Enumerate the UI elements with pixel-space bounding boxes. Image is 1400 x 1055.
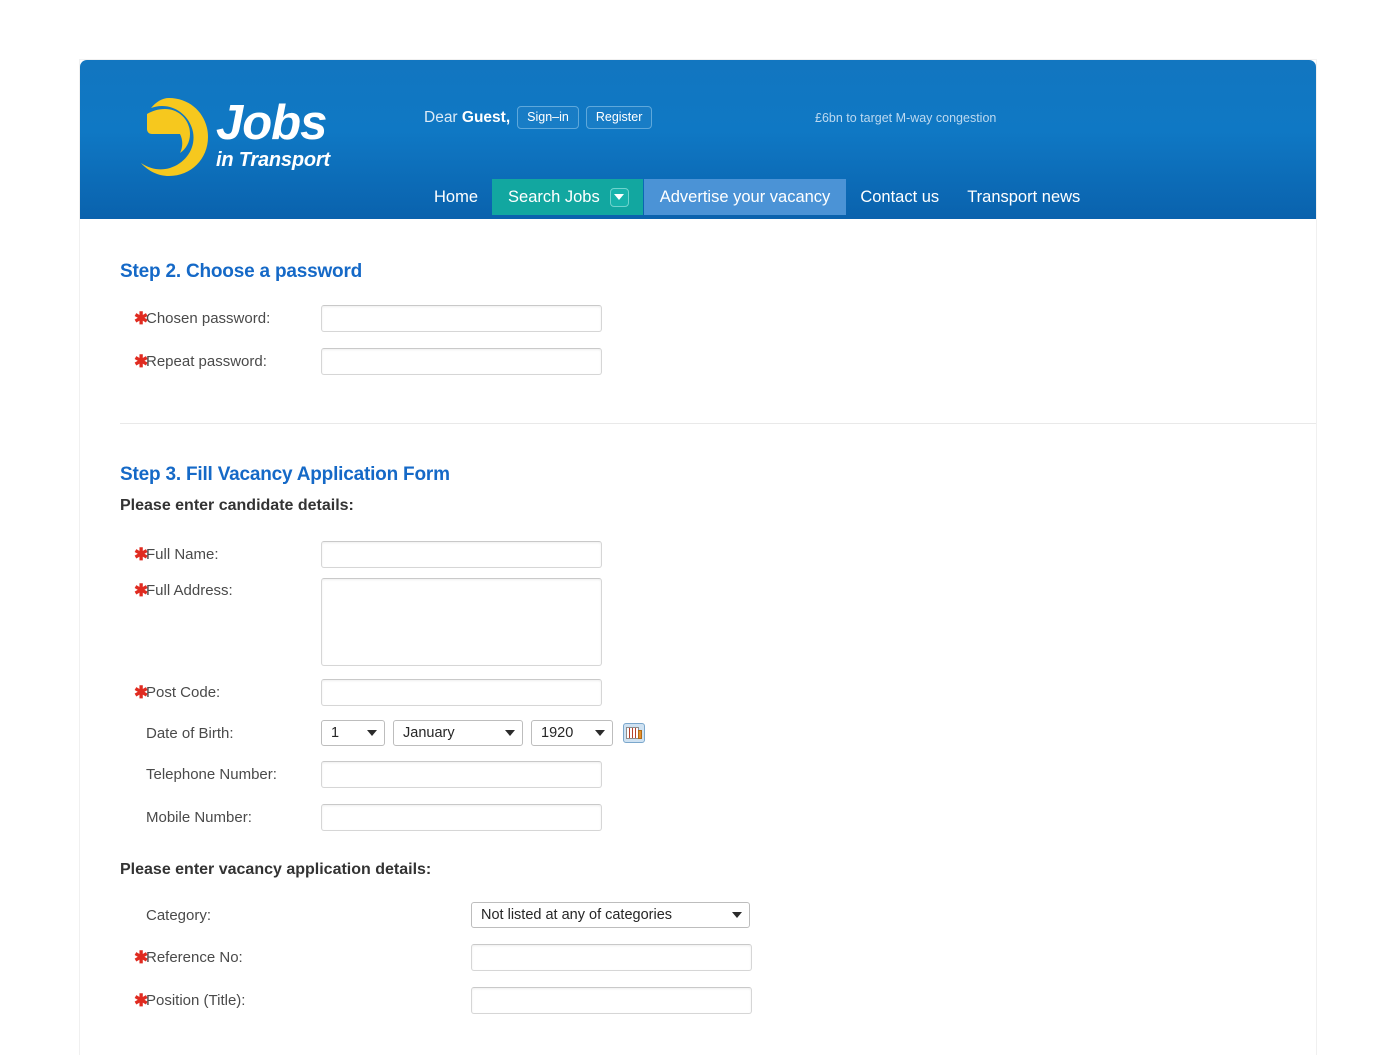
- full-address-textarea[interactable]: [321, 578, 602, 666]
- main-content: Step 2. Choose a password ✱ Chosen passw…: [80, 219, 1316, 1055]
- vacancy-details-subheading: Please enter vacancy application details…: [120, 861, 432, 878]
- post-code-label: Post Code:: [146, 683, 221, 701]
- repeat-password-input[interactable]: [321, 347, 602, 375]
- logo-wordmark: Jobs in Transport: [216, 98, 330, 171]
- news-ticker[interactable]: £6bn to target M-way congestion: [815, 111, 996, 125]
- form-row-position-title: ✱ Position (Title):: [120, 985, 1276, 1015]
- page-container: Jobs in Transport Dear Guest, Sign–in Re…: [80, 60, 1316, 1055]
- form-row-post-code: ✱ Post Code:: [120, 677, 1276, 707]
- required-marker-placeholder: ✱: [120, 725, 146, 742]
- nav-item-home-label: Home: [434, 187, 479, 206]
- site-logo[interactable]: Jobs in Transport: [120, 92, 350, 184]
- dob-day-select[interactable]: 1: [321, 720, 385, 746]
- form-row-date-of-birth: ✱ Date of Birth: 1 January 1920: [120, 718, 1276, 748]
- required-marker: ✱: [134, 990, 149, 1010]
- site-header: Jobs in Transport Dear Guest, Sign–in Re…: [80, 60, 1316, 219]
- mobile-number-label: Mobile Number:: [146, 808, 252, 826]
- chevron-down-icon: [595, 730, 605, 736]
- crescent-swoosh-logo-icon: [141, 98, 208, 176]
- form-row-full-address: ✱ Full Address:: [120, 578, 1276, 666]
- repeat-password-label: Repeat password:: [146, 352, 267, 370]
- dob-year-select[interactable]: 1920: [531, 720, 613, 746]
- nav-item-transport-news[interactable]: Transport news: [953, 179, 1094, 215]
- nav-item-contact-us[interactable]: Contact us: [846, 179, 953, 215]
- nav-item-search-jobs[interactable]: Search Jobs: [492, 179, 643, 215]
- nav-item-transport-news-label: Transport news: [967, 187, 1081, 206]
- register-button[interactable]: Register: [585, 106, 653, 129]
- nav-item-home[interactable]: Home: [420, 179, 492, 215]
- greeting-text: Dear Guest,: [424, 109, 510, 127]
- position-title-label: Position (Title):: [146, 991, 246, 1009]
- reference-no-input[interactable]: [471, 943, 752, 971]
- full-name-label: Full Name:: [146, 545, 219, 563]
- category-select[interactable]: Not listed at any of categories: [471, 902, 750, 928]
- candidate-details-subheading: Please enter candidate details:: [120, 497, 354, 514]
- main-navigation: Home Search Jobs Advertise your vacancy …: [420, 179, 1094, 215]
- calendar-icon[interactable]: [623, 723, 645, 743]
- chevron-down-icon: [732, 912, 742, 918]
- telephone-number-label: Telephone Number:: [146, 765, 277, 783]
- telephone-number-input[interactable]: [321, 760, 602, 788]
- mobile-number-input[interactable]: [321, 803, 602, 831]
- required-marker-placeholder: ✱: [120, 809, 146, 826]
- category-selected-value: Not listed at any of categories: [481, 907, 673, 923]
- form-row-telephone-number: ✱ Telephone Number:: [120, 759, 1276, 789]
- nav-item-search-jobs-label: Search Jobs: [508, 187, 600, 206]
- greeting-area: Dear Guest, Sign–in Register: [424, 106, 653, 129]
- dob-day-value: 1: [331, 725, 340, 741]
- chevron-down-icon: [505, 730, 515, 736]
- logo-sub-text: in Transport: [216, 149, 330, 171]
- required-marker: ✱: [134, 544, 149, 564]
- chevron-down-icon: [367, 730, 377, 736]
- signin-button[interactable]: Sign–in: [517, 106, 579, 129]
- dob-month-value: January: [403, 725, 455, 741]
- required-marker: ✱: [134, 308, 149, 328]
- nav-item-advertise-vacancy-label: Advertise your vacancy: [659, 187, 831, 206]
- step3-heading: Step 3. Fill Vacancy Application Form: [120, 464, 450, 485]
- category-label: Category:: [146, 906, 212, 924]
- required-marker: ✱: [134, 581, 149, 600]
- greeting-prefix: Dear: [424, 108, 462, 126]
- logo-main-text: Jobs: [216, 96, 327, 150]
- required-marker: ✱: [134, 682, 149, 702]
- form-row-mobile-number: ✱ Mobile Number:: [120, 802, 1276, 832]
- reference-no-label: Reference No:: [146, 948, 243, 966]
- full-address-label: Full Address:: [146, 582, 233, 599]
- position-title-input[interactable]: [471, 986, 752, 1014]
- form-row-category: ✱ Category: Not listed at any of categor…: [120, 900, 1276, 930]
- dob-year-value: 1920: [541, 725, 574, 741]
- required-marker-placeholder: ✱: [120, 907, 146, 924]
- dob-month-select[interactable]: January: [393, 720, 523, 746]
- required-marker: ✱: [134, 947, 149, 967]
- post-code-input[interactable]: [321, 678, 602, 706]
- step2-heading: Step 2. Choose a password: [120, 261, 363, 282]
- required-marker-placeholder: ✱: [120, 766, 146, 783]
- chevron-down-icon[interactable]: [609, 187, 629, 207]
- form-row-full-name: ✱ Full Name:: [120, 539, 1276, 569]
- nav-item-advertise-vacancy[interactable]: Advertise your vacancy: [643, 179, 847, 215]
- form-row-chosen-password: ✱ Chosen password:: [120, 303, 1276, 333]
- full-name-input[interactable]: [321, 540, 602, 568]
- nav-item-contact-us-label: Contact us: [860, 187, 940, 206]
- date-of-birth-label: Date of Birth:: [146, 724, 234, 742]
- form-row-reference-no: ✱ Reference No:: [120, 942, 1276, 972]
- chosen-password-label: Chosen password:: [146, 309, 271, 327]
- form-row-repeat-password: ✱ Repeat password:: [120, 346, 1276, 376]
- required-marker: ✱: [134, 351, 149, 371]
- chosen-password-input[interactable]: [321, 304, 602, 332]
- greeting-user-name: Guest,: [461, 108, 511, 126]
